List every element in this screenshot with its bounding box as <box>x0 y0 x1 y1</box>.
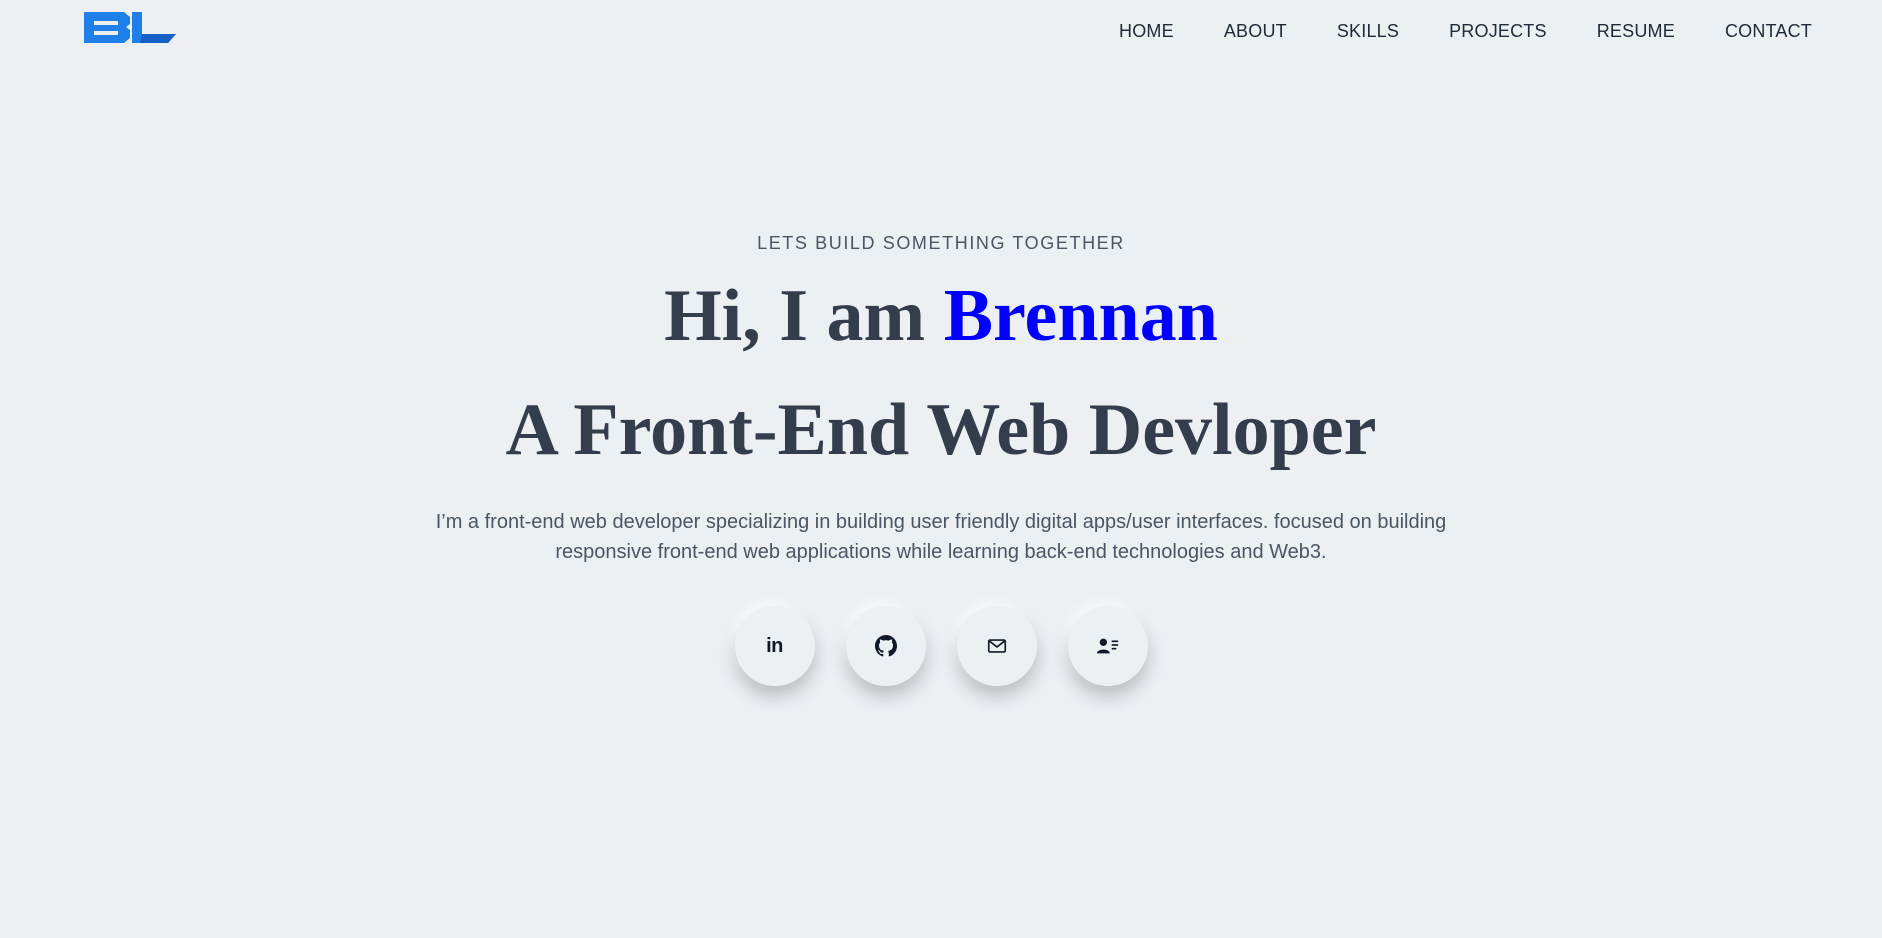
nav-menu: HOME ABOUT SKILLS PROJECTS RESUME CONTAC… <box>1119 20 1812 42</box>
linkedin-button[interactable]: in <box>734 606 815 686</box>
hero-bio: I’m a front-end web developer specializi… <box>435 511 1447 563</box>
social-links: in <box>0 606 1882 686</box>
nav-link-contact[interactable]: CONTACT <box>1725 20 1812 42</box>
hero-tagline: LETS BUILD SOMETHING TOGETHER <box>757 233 1125 253</box>
hero-name: Brennan <box>943 275 1218 357</box>
nav-link-projects[interactable]: PROJECTS <box>1449 20 1547 42</box>
resume-contact-button[interactable] <box>1067 606 1148 686</box>
linkedin-icon: in <box>766 634 783 657</box>
contact-card-icon <box>1096 638 1118 654</box>
navbar: HOME ABOUT SKILLS PROJECTS RESUME CONTAC… <box>0 0 1882 64</box>
github-button[interactable] <box>845 606 926 686</box>
mail-icon <box>987 639 1006 653</box>
hero-role-heading: A Front-End Web Devloper <box>505 389 1377 471</box>
nav-link-skills[interactable]: SKILLS <box>1337 20 1399 42</box>
nav-link-about[interactable]: ABOUT <box>1224 20 1287 42</box>
nav-link-home[interactable]: HOME <box>1119 20 1174 42</box>
nav-link-resume[interactable]: RESUME <box>1597 20 1675 42</box>
github-icon <box>874 635 897 657</box>
greeting-text: Hi, I am <box>664 275 926 357</box>
hero-greeting-heading: Hi, I am Brennan <box>0 274 1882 358</box>
bl-logo-icon[interactable] <box>84 12 176 44</box>
email-button[interactable] <box>956 606 1037 686</box>
